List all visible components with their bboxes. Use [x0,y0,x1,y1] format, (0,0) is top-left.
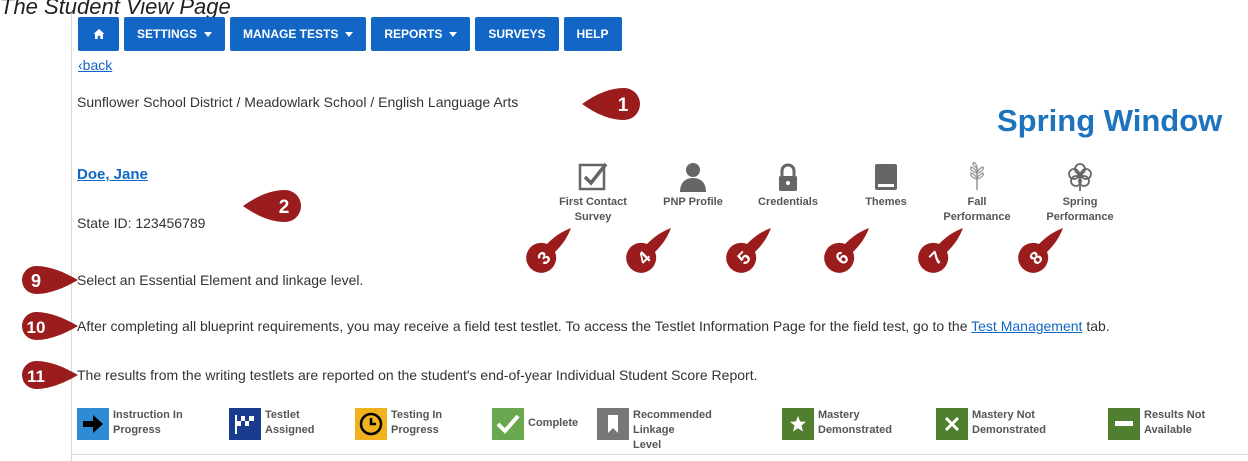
legend-swatch [77,408,109,440]
bookmark-icon [608,415,618,433]
spring-performance-button[interactable]: Spring Performance [1040,162,1120,225]
book-icon [875,164,897,190]
nav-settings-label: SETTINGS [137,27,198,41]
callout-4: 4 [626,228,671,273]
star-icon [790,416,806,432]
tool-label: Spring [1062,196,1098,208]
leaf-icon [970,162,984,190]
tool-label: Credentials [758,196,818,208]
arrow-right-icon [83,415,103,433]
callout-9-label: 9 [31,271,41,291]
legend-swatch [936,408,968,440]
caret-down-icon [204,31,213,37]
legend-results-not-available: Results Not Available [1108,408,1244,440]
nav-surveys-label: SURVEYS [488,27,546,41]
back-link[interactable]: ‹back [78,57,112,73]
lock-icon [779,163,797,191]
legend-testing-in-progress: Testing In Progress [355,408,491,440]
callout-9: 9 [22,266,78,294]
callout-2-label: 2 [279,197,290,218]
caret-down-icon [345,31,354,37]
window-title: Spring Window [997,103,1223,138]
legend-label: Testlet Assigned [265,409,315,436]
legend-testlet-assigned: Testlet Assigned [229,408,365,440]
person-icon [680,163,706,192]
legend-mastery-not-demonstrated: Mastery Not Demonstrated [936,408,1072,440]
tool-label: Fall [967,196,987,208]
home-button[interactable] [78,17,119,51]
legend-recommended-linkage-level: Recommended Linkage Level [597,408,753,453]
legend-swatch [229,408,261,440]
callout-1: 1 [582,88,640,120]
checkered-flag-icon [235,415,254,434]
state-id: State ID: 123456789 [77,215,206,231]
nav-help-label: HELP [576,27,609,41]
frame-bottom-border [72,454,1248,455]
field-test-text-end: tab. [1082,318,1110,334]
legend-swatch [492,408,524,440]
writing-instruction: The results from the writing testlets ar… [77,367,758,383]
clock-icon [359,412,383,436]
home-icon [93,29,104,39]
student-name-link[interactable]: Doe, Jane [77,166,148,183]
select-instruction: Select an Essential Element and linkage … [77,272,364,288]
legend-label: Recommended Linkage Level [633,409,712,451]
legend-swatch [782,408,814,440]
field-test-instruction: After completing all blueprint requireme… [77,318,1110,334]
nav-surveys[interactable]: SURVEYS [475,17,559,51]
callout-5: 5 [726,228,771,273]
nav-reports-label: REPORTS [384,27,443,41]
legend-label: Testing In Progress [391,409,443,436]
legend-label: Results Not Available [1144,409,1206,436]
callout-3: 3 [526,228,571,273]
callout-11: 11 [22,361,78,389]
test-management-link[interactable]: Test Management [971,318,1082,334]
legend-label: Mastery Demonstrated [818,409,892,436]
themes-button[interactable]: Themes [846,162,926,210]
tool-label: First Contact [559,196,627,208]
callout-8: 8 [1018,228,1063,273]
nav-manage-tests[interactable]: MANAGE TESTS [230,17,367,51]
legend-swatch [1108,408,1140,440]
nav-help[interactable]: HELP [563,17,622,51]
top-navbar: SETTINGS MANAGE TESTS REPORTS SURVEYS HE… [78,17,622,51]
callout-10: 10 [22,312,78,340]
x-icon [944,416,960,432]
callout-2: 2 [243,190,301,222]
minus-icon [1115,421,1133,426]
legend-swatch [597,408,629,440]
tool-label-2: Performance [943,211,1011,223]
callout-7: 7 [918,228,963,273]
legend-instruction-in-progress: Instruction In Progress [77,408,213,440]
pnp-profile-button[interactable]: PNP Profile [653,162,733,210]
callout-1-label: 1 [618,95,629,116]
legend-label: Instruction In Progress [113,409,183,436]
credentials-button[interactable]: Credentials [748,162,828,210]
checkbox-icon [578,162,608,191]
legend-mastery-demonstrated: Mastery Demonstrated [782,408,918,440]
flower-icon [1068,163,1092,191]
callout-11-label: 11 [27,367,45,386]
field-test-text: After completing all blueprint requireme… [77,318,972,334]
nav-settings[interactable]: SETTINGS [124,17,226,51]
checkmark-icon [496,414,520,434]
fall-performance-button[interactable]: Fall Performance [937,162,1017,225]
tool-label: Themes [865,196,907,208]
nav-manage-tests-label: MANAGE TESTS [243,27,339,41]
callout-10-label: 10 [27,318,46,337]
legend-swatch [355,408,387,440]
legend-label: Mastery Not Demonstrated [972,409,1046,436]
frame-left-border [71,13,72,461]
breadcrumb: Sunflower School District / Meadowlark S… [77,94,519,110]
caret-down-icon [449,31,458,37]
callout-6: 6 [824,228,869,273]
tool-label-2: Survey [574,211,612,223]
tool-label: PNP Profile [663,196,723,208]
nav-reports[interactable]: REPORTS [371,17,471,51]
tool-label-2: Performance [1046,211,1114,223]
first-contact-survey-button[interactable]: First Contact Survey [553,162,633,225]
